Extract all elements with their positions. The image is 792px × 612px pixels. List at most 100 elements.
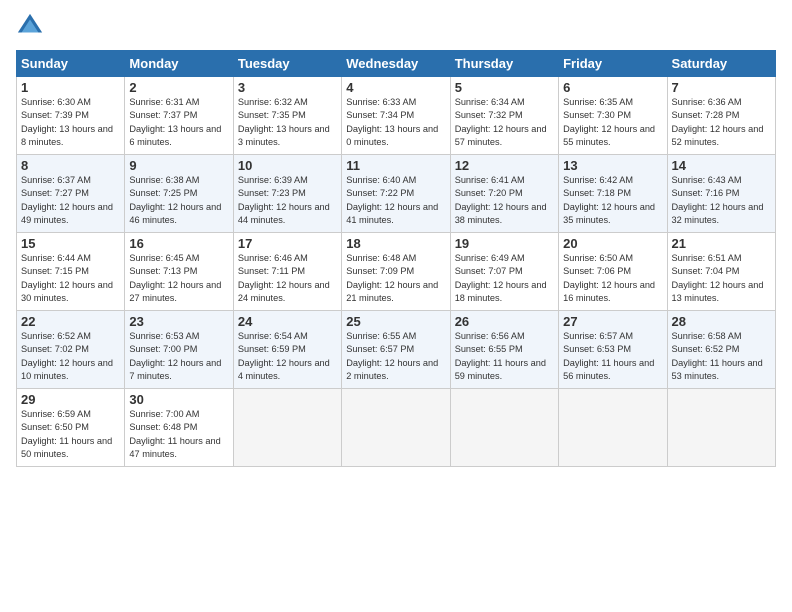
day-number: 6 [563,80,662,95]
day-cell: 15 Sunrise: 6:44 AMSunset: 7:15 PMDaylig… [17,233,125,311]
day-cell: 10 Sunrise: 6:39 AMSunset: 7:23 PMDaylig… [233,155,341,233]
day-number: 18 [346,236,445,251]
day-info: Sunrise: 6:30 AMSunset: 7:39 PMDaylight:… [21,96,120,149]
day-number: 3 [238,80,337,95]
day-info: Sunrise: 6:35 AMSunset: 7:30 PMDaylight:… [563,96,662,149]
day-cell: 6 Sunrise: 6:35 AMSunset: 7:30 PMDayligh… [559,77,667,155]
day-info: Sunrise: 6:57 AMSunset: 6:53 PMDaylight:… [563,330,662,383]
logo [16,12,48,40]
day-number: 10 [238,158,337,173]
day-cell: 29 Sunrise: 6:59 AMSunset: 6:50 PMDaylig… [17,389,125,467]
day-info: Sunrise: 6:36 AMSunset: 7:28 PMDaylight:… [672,96,771,149]
day-info: Sunrise: 6:58 AMSunset: 6:52 PMDaylight:… [672,330,771,383]
day-number: 15 [21,236,120,251]
day-number: 19 [455,236,554,251]
day-cell [233,389,341,467]
day-number: 11 [346,158,445,173]
day-number: 14 [672,158,771,173]
day-cell [559,389,667,467]
day-cell: 13 Sunrise: 6:42 AMSunset: 7:18 PMDaylig… [559,155,667,233]
header [16,12,776,40]
calendar-table: SundayMondayTuesdayWednesdayThursdayFrid… [16,50,776,467]
day-info: Sunrise: 6:53 AMSunset: 7:00 PMDaylight:… [129,330,228,383]
day-number: 22 [21,314,120,329]
day-cell: 5 Sunrise: 6:34 AMSunset: 7:32 PMDayligh… [450,77,558,155]
day-number: 1 [21,80,120,95]
day-cell: 3 Sunrise: 6:32 AMSunset: 7:35 PMDayligh… [233,77,341,155]
day-cell: 14 Sunrise: 6:43 AMSunset: 7:16 PMDaylig… [667,155,775,233]
day-info: Sunrise: 6:54 AMSunset: 6:59 PMDaylight:… [238,330,337,383]
day-number: 7 [672,80,771,95]
day-cell: 28 Sunrise: 6:58 AMSunset: 6:52 PMDaylig… [667,311,775,389]
day-number: 2 [129,80,228,95]
day-number: 26 [455,314,554,329]
day-info: Sunrise: 6:46 AMSunset: 7:11 PMDaylight:… [238,252,337,305]
day-info: Sunrise: 6:32 AMSunset: 7:35 PMDaylight:… [238,96,337,149]
day-cell: 17 Sunrise: 6:46 AMSunset: 7:11 PMDaylig… [233,233,341,311]
day-number: 23 [129,314,228,329]
day-number: 28 [672,314,771,329]
day-info: Sunrise: 6:37 AMSunset: 7:27 PMDaylight:… [21,174,120,227]
day-info: Sunrise: 6:34 AMSunset: 7:32 PMDaylight:… [455,96,554,149]
day-number: 13 [563,158,662,173]
day-number: 16 [129,236,228,251]
day-info: Sunrise: 6:40 AMSunset: 7:22 PMDaylight:… [346,174,445,227]
day-cell: 20 Sunrise: 6:50 AMSunset: 7:06 PMDaylig… [559,233,667,311]
day-cell: 25 Sunrise: 6:55 AMSunset: 6:57 PMDaylig… [342,311,450,389]
day-info: Sunrise: 6:39 AMSunset: 7:23 PMDaylight:… [238,174,337,227]
day-info: Sunrise: 6:48 AMSunset: 7:09 PMDaylight:… [346,252,445,305]
day-cell: 24 Sunrise: 6:54 AMSunset: 6:59 PMDaylig… [233,311,341,389]
day-number: 12 [455,158,554,173]
day-number: 5 [455,80,554,95]
day-info: Sunrise: 7:00 AMSunset: 6:48 PMDaylight:… [129,408,228,461]
day-number: 17 [238,236,337,251]
day-cell [667,389,775,467]
day-cell: 7 Sunrise: 6:36 AMSunset: 7:28 PMDayligh… [667,77,775,155]
day-number: 24 [238,314,337,329]
day-info: Sunrise: 6:50 AMSunset: 7:06 PMDaylight:… [563,252,662,305]
day-cell: 22 Sunrise: 6:52 AMSunset: 7:02 PMDaylig… [17,311,125,389]
day-info: Sunrise: 6:59 AMSunset: 6:50 PMDaylight:… [21,408,120,461]
day-cell [342,389,450,467]
day-number: 27 [563,314,662,329]
day-info: Sunrise: 6:31 AMSunset: 7:37 PMDaylight:… [129,96,228,149]
day-cell [450,389,558,467]
col-header-wednesday: Wednesday [342,51,450,77]
day-info: Sunrise: 6:41 AMSunset: 7:20 PMDaylight:… [455,174,554,227]
col-header-tuesday: Tuesday [233,51,341,77]
main-container: SundayMondayTuesdayWednesdayThursdayFrid… [0,0,792,475]
col-header-friday: Friday [559,51,667,77]
day-number: 8 [21,158,120,173]
day-cell: 21 Sunrise: 6:51 AMSunset: 7:04 PMDaylig… [667,233,775,311]
day-cell: 4 Sunrise: 6:33 AMSunset: 7:34 PMDayligh… [342,77,450,155]
day-cell: 11 Sunrise: 6:40 AMSunset: 7:22 PMDaylig… [342,155,450,233]
week-row-2: 8 Sunrise: 6:37 AMSunset: 7:27 PMDayligh… [17,155,776,233]
day-cell: 16 Sunrise: 6:45 AMSunset: 7:13 PMDaylig… [125,233,233,311]
day-cell: 8 Sunrise: 6:37 AMSunset: 7:27 PMDayligh… [17,155,125,233]
day-cell: 2 Sunrise: 6:31 AMSunset: 7:37 PMDayligh… [125,77,233,155]
day-number: 20 [563,236,662,251]
day-number: 4 [346,80,445,95]
week-row-4: 22 Sunrise: 6:52 AMSunset: 7:02 PMDaylig… [17,311,776,389]
week-row-5: 29 Sunrise: 6:59 AMSunset: 6:50 PMDaylig… [17,389,776,467]
day-info: Sunrise: 6:45 AMSunset: 7:13 PMDaylight:… [129,252,228,305]
day-number: 29 [21,392,120,407]
day-cell: 30 Sunrise: 7:00 AMSunset: 6:48 PMDaylig… [125,389,233,467]
day-cell: 1 Sunrise: 6:30 AMSunset: 7:39 PMDayligh… [17,77,125,155]
day-cell: 26 Sunrise: 6:56 AMSunset: 6:55 PMDaylig… [450,311,558,389]
day-cell: 27 Sunrise: 6:57 AMSunset: 6:53 PMDaylig… [559,311,667,389]
day-info: Sunrise: 6:49 AMSunset: 7:07 PMDaylight:… [455,252,554,305]
col-header-monday: Monday [125,51,233,77]
col-header-saturday: Saturday [667,51,775,77]
day-number: 21 [672,236,771,251]
day-info: Sunrise: 6:43 AMSunset: 7:16 PMDaylight:… [672,174,771,227]
header-row: SundayMondayTuesdayWednesdayThursdayFrid… [17,51,776,77]
day-info: Sunrise: 6:51 AMSunset: 7:04 PMDaylight:… [672,252,771,305]
col-header-thursday: Thursday [450,51,558,77]
day-info: Sunrise: 6:44 AMSunset: 7:15 PMDaylight:… [21,252,120,305]
day-info: Sunrise: 6:42 AMSunset: 7:18 PMDaylight:… [563,174,662,227]
day-info: Sunrise: 6:38 AMSunset: 7:25 PMDaylight:… [129,174,228,227]
col-header-sunday: Sunday [17,51,125,77]
day-info: Sunrise: 6:52 AMSunset: 7:02 PMDaylight:… [21,330,120,383]
day-number: 9 [129,158,228,173]
